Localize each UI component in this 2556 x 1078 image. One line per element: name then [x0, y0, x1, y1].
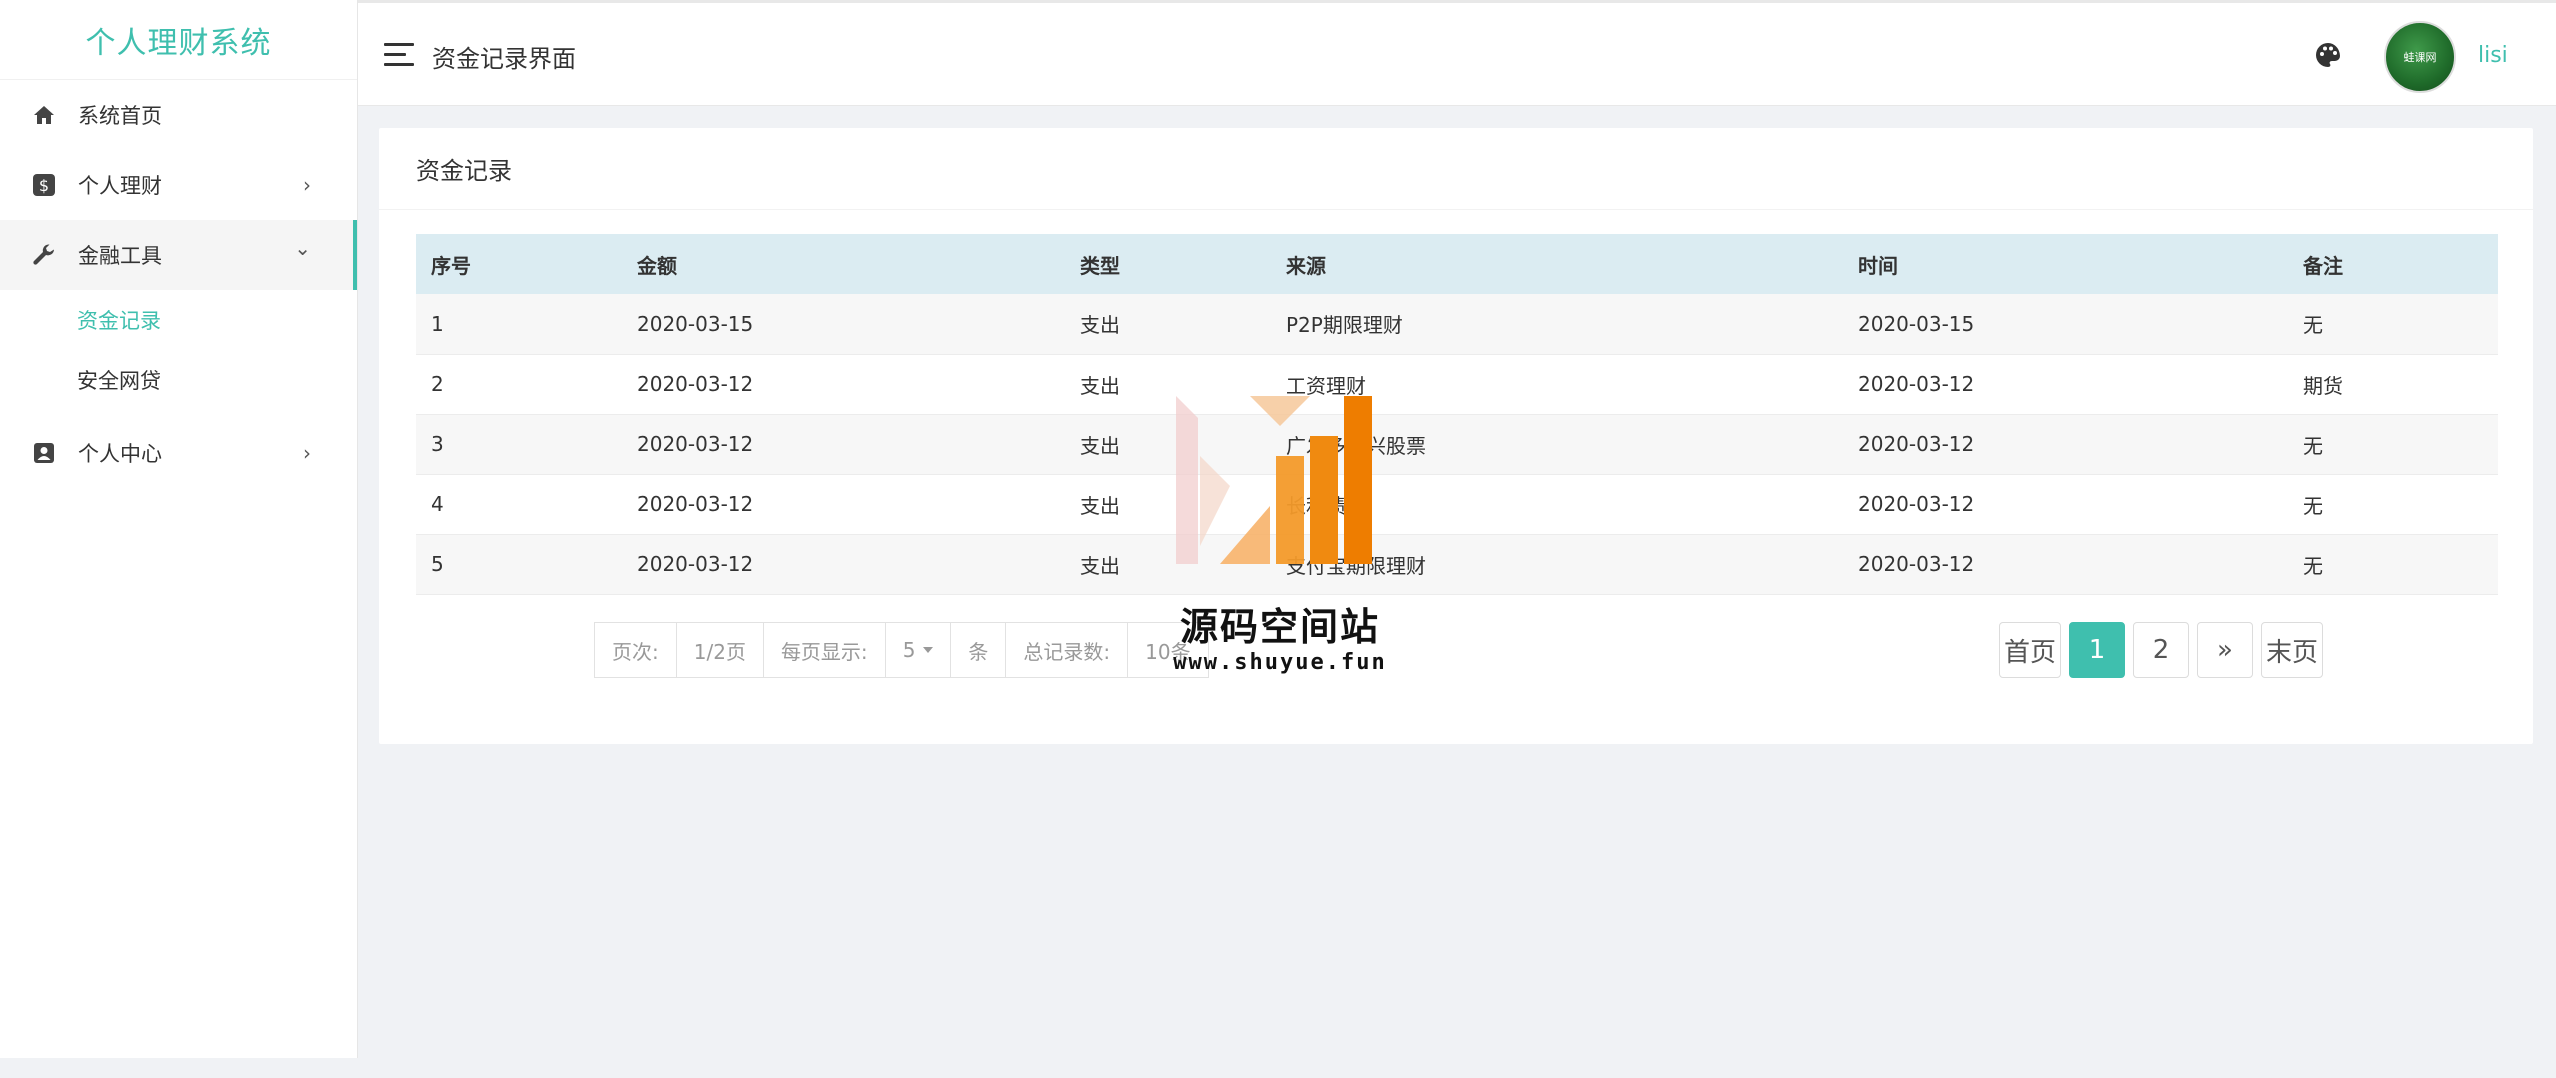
- per-page-unit: 条: [951, 623, 1007, 677]
- per-page-select[interactable]: 5: [886, 623, 952, 677]
- wrench-icon: [30, 241, 58, 269]
- sidebar-item-label: 系统首页: [78, 104, 162, 128]
- sidebar: 个人理财系统 系统首页 $ 个人理财 › 金融工具 ⌄ 资金记录 安全网贷 个人…: [0, 0, 358, 1058]
- username-link[interactable]: lisi: [2478, 43, 2508, 68]
- column-header: 序号: [416, 234, 622, 294]
- brand-title: 个人理财系统: [0, 0, 357, 80]
- pagination: 首页 1 2 » 末页: [1999, 622, 2331, 678]
- table-cell: 支出: [1065, 294, 1271, 355]
- table-cell: 2020-03-12: [1843, 354, 2288, 415]
- table-cell: 2020-03-12: [1843, 534, 2288, 595]
- table-row: 1 2020-03-15 支出 P2P期限理财 2020-03-15 无: [416, 294, 2498, 355]
- chevron-right-icon: ›: [303, 173, 311, 197]
- table-cell: 1: [416, 294, 622, 355]
- table-cell: 2: [416, 354, 622, 415]
- table-cell: 无: [2288, 474, 2498, 535]
- table-cell: 支出: [1065, 474, 1271, 535]
- table-cell: 无: [2288, 294, 2498, 355]
- page-label: 页次:: [595, 623, 677, 677]
- sidebar-subitem-fund-records[interactable]: 资金记录: [0, 290, 357, 350]
- table-cell: 5: [416, 534, 622, 595]
- next-page-button[interactable]: »: [2197, 622, 2254, 678]
- home-icon: [30, 101, 58, 129]
- table-cell: 支付宝期限理财: [1271, 534, 1843, 595]
- table-row: 2 2020-03-12 支出 工资理财 2020-03-12 期货: [416, 354, 2498, 415]
- column-header: 类型: [1065, 234, 1271, 294]
- table-cell: 支出: [1065, 414, 1271, 475]
- table-cell: 无: [2288, 534, 2498, 595]
- pager-info: 页次: 1/2页 每页显示: 5 条 总记录数: 10条: [594, 622, 1209, 678]
- avatar[interactable]: 蛙课网: [2384, 21, 2456, 93]
- column-header: 金额: [622, 234, 1065, 294]
- table-cell: P2P期限理财: [1271, 294, 1843, 355]
- svg-text:$: $: [39, 176, 49, 195]
- chevron-right-icon: ›: [303, 441, 311, 465]
- fund-records-card: 资金记录 序号 金额 类型 来源 时间 备注 1 2020-03-15 支出 P…: [379, 128, 2533, 744]
- per-page-label: 每页显示:: [764, 623, 886, 677]
- column-header: 时间: [1843, 234, 2288, 294]
- table-cell: 支出: [1065, 534, 1271, 595]
- page-1-button[interactable]: 1: [2069, 622, 2126, 678]
- page-2-button[interactable]: 2: [2133, 622, 2190, 678]
- page-value: 1/2页: [677, 623, 764, 677]
- table-cell: 2020-03-12: [622, 534, 1065, 595]
- contact-card-icon: [30, 439, 58, 467]
- dollar-icon: $: [30, 171, 58, 199]
- table-cell: 2020-03-12: [1843, 414, 2288, 475]
- table-cell: 2020-03-12: [622, 414, 1065, 475]
- per-page-value: 5: [902, 638, 916, 662]
- sidebar-item-label: 个人中心: [78, 442, 162, 466]
- table-row: 5 2020-03-12 支出 支付宝期限理财 2020-03-12 无: [416, 534, 2498, 595]
- table-cell: 3: [416, 414, 622, 475]
- sidebar-item-label: 金融工具: [78, 244, 162, 268]
- palette-icon[interactable]: [2314, 41, 2342, 69]
- sidebar-item-tools[interactable]: 金融工具 ⌄: [0, 220, 357, 290]
- column-header: 备注: [2288, 234, 2498, 294]
- table-cell: 长利债券: [1271, 474, 1843, 535]
- table-cell: 2020-03-12: [622, 354, 1065, 415]
- table-cell: 支出: [1065, 354, 1271, 415]
- table-cell: 2020-03-15: [1843, 294, 2288, 355]
- table-cell: 2020-03-12: [622, 474, 1065, 535]
- sidebar-item-finance[interactable]: $ 个人理财 ›: [0, 150, 357, 220]
- table-header-row: 序号 金额 类型 来源 时间 备注: [416, 234, 2498, 294]
- table-cell: 工资理财: [1271, 354, 1843, 415]
- table-cell: 期货: [2288, 354, 2498, 415]
- sidebar-subitem-safe-loan[interactable]: 安全网贷: [0, 350, 357, 410]
- last-page-button[interactable]: 末页: [2261, 622, 2324, 678]
- sidebar-item-personal-center[interactable]: 个人中心 ›: [0, 418, 357, 488]
- chevron-down-icon: ⌄: [294, 236, 311, 260]
- table-cell: 4: [416, 474, 622, 535]
- top-header: 资金记录界面 蛙课网 lisi: [358, 0, 2556, 106]
- total-label: 总记录数:: [1006, 623, 1129, 677]
- page-title: 资金记录界面: [432, 45, 576, 73]
- menu-toggle-icon[interactable]: [384, 43, 414, 67]
- table-cell: 广发多新兴股票: [1271, 414, 1843, 475]
- table-row: 4 2020-03-12 支出 长利债券 2020-03-12 无: [416, 474, 2498, 535]
- table-cell: 2020-03-15: [622, 294, 1065, 355]
- sidebar-item-home[interactable]: 系统首页: [0, 80, 357, 150]
- caret-down-icon: [923, 647, 934, 653]
- avatar-label: 蛙课网: [2403, 51, 2437, 64]
- table-row: 3 2020-03-12 支出 广发多新兴股票 2020-03-12 无: [416, 414, 2498, 475]
- column-header: 来源: [1271, 234, 1843, 294]
- first-page-button[interactable]: 首页: [1999, 622, 2062, 678]
- table-cell: 2020-03-12: [1843, 474, 2288, 535]
- sidebar-item-label: 个人理财: [78, 174, 162, 198]
- total-value: 10条: [1145, 639, 1191, 664]
- card-title: 资金记录: [379, 128, 2533, 210]
- sidebar-footer: [0, 1058, 358, 1078]
- fund-records-table: 序号 金额 类型 来源 时间 备注 1 2020-03-15 支出 P2P期限理…: [416, 234, 2498, 595]
- table-cell: 无: [2288, 414, 2498, 475]
